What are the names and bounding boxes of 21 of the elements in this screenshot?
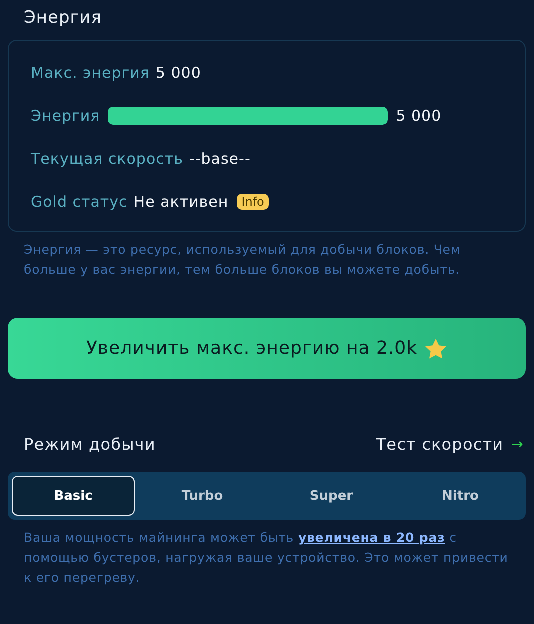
mode-tab[interactable]: Turbo [141,476,264,516]
mode-tab[interactable]: Basic [12,476,135,516]
energy-description: Энергия — это ресурс, используемый для добычи блоков. Чем больше у вас энергии, тем больше блоков вы можете добыть. [24,241,462,279]
stat-value: Не активен [134,192,229,210]
stat-value: 5 000 [396,106,442,124]
speed-test-link[interactable]: Тест скорости → [376,435,524,454]
stat-label: Энергия [31,106,100,124]
stat-label: Gold статус [31,192,128,210]
mining-description: Ваша мощность майнинга может быть увеличена в 20 раз с помощью бустеров, нагружая ваше устройство. Это может привести к его перегреву. [24,529,510,587]
section-title: Режим добычи [24,435,156,454]
mode-tab[interactable]: Super [270,476,393,516]
stat-value: --base-- [189,150,251,168]
boost-link[interactable]: увеличена в 20 раз [298,530,446,545]
stat-label: Текущая скорость [31,150,184,168]
upgrade-button[interactable]: Увеличить макс. энергию на 2.0k [8,318,526,379]
stat-value: 5 000 [156,64,202,82]
stat-label: Макс. энергия [31,64,150,82]
info-badge[interactable]: Info [236,194,270,210]
section-title: Энергия [24,7,103,30]
star-icon [424,338,448,360]
mode-tab[interactable]: Nitro [399,476,522,516]
